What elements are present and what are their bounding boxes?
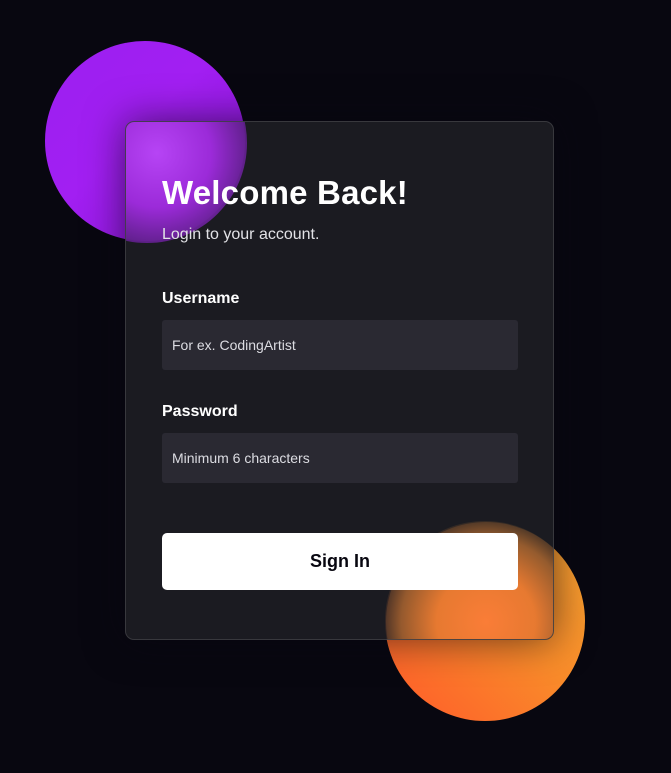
sign-in-button[interactable]: Sign In — [162, 533, 518, 590]
username-input[interactable] — [162, 320, 518, 370]
password-input[interactable] — [162, 433, 518, 483]
password-label: Password — [162, 403, 238, 420]
page-subtitle: Login to your account. — [162, 226, 320, 243]
username-label: Username — [162, 290, 240, 307]
login-page: Welcome Back! Login to your account. Use… — [0, 0, 671, 773]
page-title: Welcome Back! — [162, 174, 408, 211]
login-card: Welcome Back! Login to your account. Use… — [125, 121, 554, 640]
